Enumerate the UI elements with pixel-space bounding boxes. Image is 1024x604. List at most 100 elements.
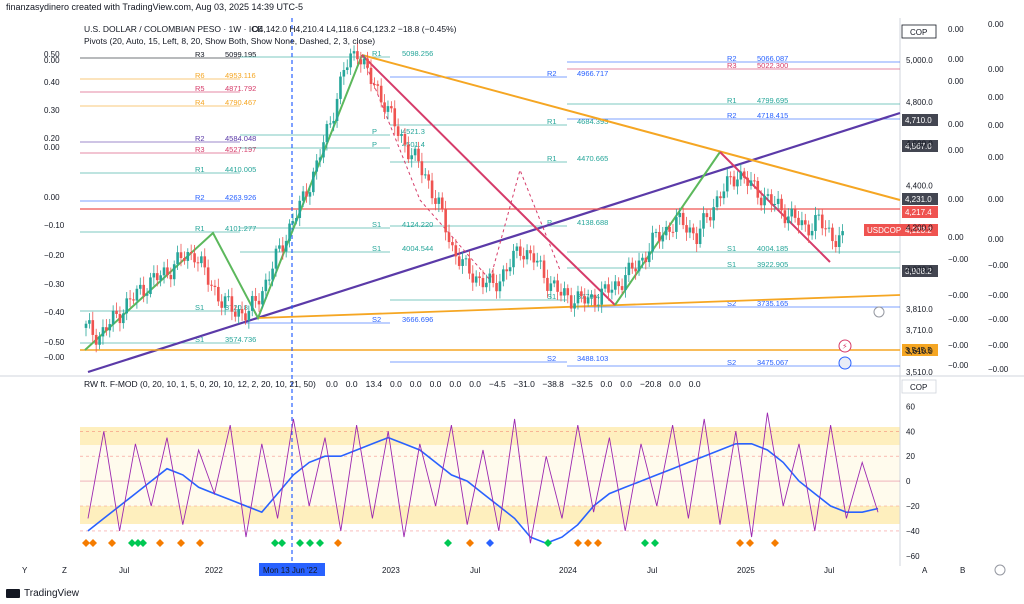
candle-body [213,285,217,287]
candle-body [233,311,237,317]
osc-value: −20.8 [640,379,662,389]
right-axis-tick: −0.00 [948,315,969,324]
candle-body [291,221,295,224]
pivot-name: S2 [547,354,556,363]
candle-body [417,148,420,162]
candle-body [298,200,302,218]
left-axis-tick: −0.20 [44,251,65,260]
candle-body [128,298,132,300]
candle-body [617,281,620,287]
bottom-letter-button[interactable]: Y [22,566,28,575]
candle-body [817,214,821,216]
candle-body [549,283,553,291]
left-axis-tick: −0.40 [44,308,65,317]
candle-body [715,196,719,208]
pivot-name: R3 [195,145,205,154]
candle-body [196,262,200,264]
left-axis-tick: −0.00 [44,353,65,362]
candle-body [834,241,838,247]
pivot-name: S1 [195,303,204,312]
candle-body [457,256,461,266]
price-tick-label: 3,710.0 [906,326,933,335]
oscillator-legend: RW ft. F-MOD (0, 20, 10, 1, 5, 0, 20, 10… [84,379,316,389]
candle-body [671,231,675,233]
candle-body [101,327,105,337]
candle-body [688,227,692,233]
bottom-letter-buttons[interactable]: YZABC [22,566,1004,575]
candle-body [318,157,322,161]
bottom-letter-button[interactable]: Z [62,566,67,575]
candle-body [339,76,342,99]
candle-body [468,258,471,274]
symbol-legend: U.S. DOLLAR / COLOMBIAN PESO · 1W · ICE [84,24,263,34]
candle-body [637,260,641,272]
right-axis-tick: 0.00 [948,146,964,155]
candle-body [189,251,193,254]
candle-body [451,242,454,246]
far-right-tick: 0.00 [988,121,1004,130]
left-axis-tick: 0.40 [44,78,60,87]
candle-body [206,267,210,285]
candle-body [753,180,756,182]
candle-body [793,208,797,218]
candle-body [352,51,356,54]
left-axis-tick: −0.30 [44,280,65,289]
far-right-tick: −0.00 [988,365,1009,374]
candle-body [223,296,227,308]
candle-body [488,273,492,283]
candle-body [403,133,407,145]
left-axis-tick: 0.00 [44,56,60,65]
price-tick-label: 3,610.0 [906,347,933,356]
candle-body [607,284,610,293]
pivot-name: R2 [727,111,737,120]
candle-body [773,204,777,206]
candle-body [308,192,312,197]
candle-body [373,83,376,85]
candle-body [658,231,661,242]
candle-body [593,294,597,306]
candle-body [546,277,549,291]
time-tick-label: Jul [647,566,657,575]
candle-body [831,227,834,242]
osc-value: 0.0 [346,379,358,389]
pivot-name: S2 [372,315,381,324]
time-axis: Jul 2022 Mon 13 Jun '22 2023 Jul 2024 Jul 2025 J… [119,563,834,576]
candle-body [125,298,129,314]
settings-icon[interactable] [994,564,1006,576]
candle-body [502,269,505,282]
candle-body [203,256,207,268]
candle-body [166,267,169,275]
candle-body [261,291,264,305]
candle-body [254,296,257,301]
candle-body [518,246,522,256]
pivot-value: 4790.467 [225,98,256,107]
candle-body [573,303,576,309]
pivot-value: 3574.736 [225,335,256,344]
price-tick-label: 4,600.0 [906,140,933,149]
osc-value: 0.0 [430,379,442,389]
candle-body [630,262,634,269]
osc-value: 0.0 [620,379,632,389]
gear-icon[interactable] [873,306,885,318]
candle-body [841,231,844,236]
candle-body [827,227,831,229]
bottom-letter-button[interactable]: B [960,566,965,575]
right-axis-tick: 0.00 [948,55,964,64]
candle-body [790,208,794,217]
left-axis: 0.500.000.400.300.200.000.00−0.10−0.20−0… [44,50,65,362]
pivot-name: R2 [195,134,205,143]
price-tick-label: 4,000.0 [906,265,933,274]
usdcop-chart[interactable]: R3 5099.195 R6 4953.116 R5 4871.792 R4 4790.467… [0,0,1024,586]
candle-body [763,195,766,206]
candle-body [787,216,790,224]
flag-icon[interactable] [838,356,852,370]
bottom-letter-button[interactable]: A [922,566,928,575]
right-axis-tick: −0.00 [948,361,969,370]
candle-body [447,232,451,243]
pivot-value: 4138.688 [577,218,608,227]
candle-body [580,291,583,297]
far-right-tick: −0.00 [988,315,1009,324]
pivot-value: 4101.277 [225,224,256,233]
candle-body [810,230,814,236]
candle-body [94,334,98,345]
